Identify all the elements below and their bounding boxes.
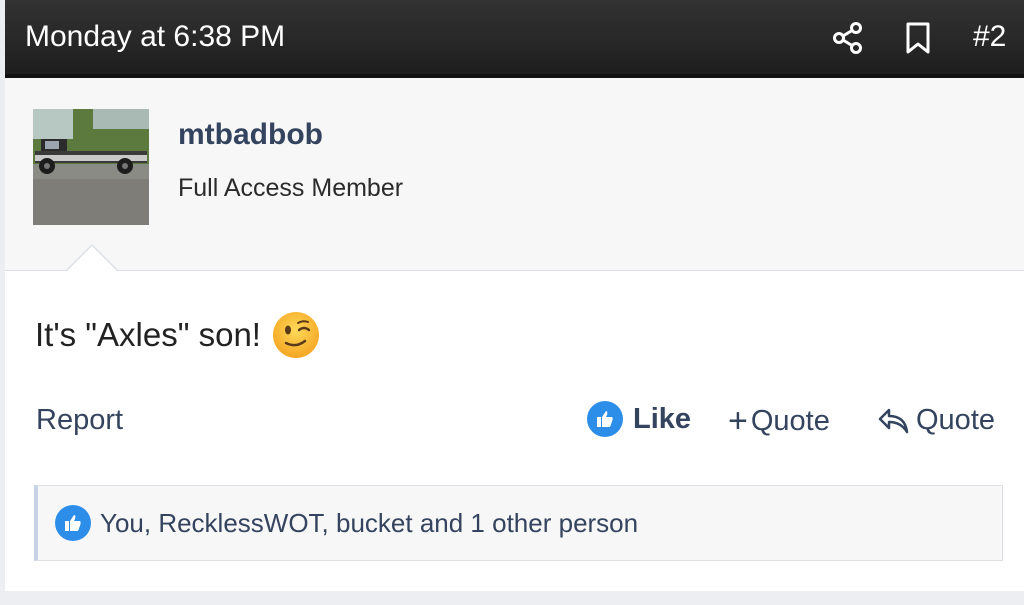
post-number-link[interactable]: #2 — [973, 20, 1006, 54]
post-header: Monday at 6:38 PM #2 — [5, 0, 1024, 78]
thumbs-up-icon — [587, 401, 623, 437]
reply-quote-button[interactable]: Quote — [877, 404, 995, 437]
thumbs-up-icon — [55, 505, 91, 541]
post-message: It's "Axles" son! — [35, 310, 321, 360]
reply-quote-label: Quote — [916, 404, 995, 436]
post-card: mtbadbob Full Access Member It's "Axles"… — [5, 78, 1024, 591]
post-timestamp[interactable]: Monday at 6:38 PM — [25, 20, 285, 54]
share-icon[interactable] — [828, 18, 868, 58]
report-link[interactable]: Report — [36, 404, 123, 437]
reactions-bar[interactable]: You, RecklessWOT, bucket and 1 other per… — [34, 485, 1003, 561]
multi-quote-label: Quote — [750, 404, 830, 437]
message-text: It's "Axles" son! — [35, 316, 261, 353]
reply-icon — [878, 408, 909, 433]
user-info-bar: mtbadbob Full Access Member — [5, 78, 1024, 272]
avatar[interactable] — [33, 109, 149, 225]
post-actions: Report Like + Quote Quote — [5, 398, 1024, 448]
user-title: Full Access Member — [178, 174, 404, 202]
username-link[interactable]: mtbadbob — [178, 118, 323, 152]
bookmark-icon[interactable] — [898, 18, 938, 58]
reactions-list[interactable]: You, RecklessWOT, bucket and 1 other per… — [100, 508, 638, 539]
multi-quote-button[interactable]: + Quote — [728, 404, 830, 438]
like-label: Like — [633, 402, 692, 435]
like-button[interactable]: Like — [587, 401, 691, 437]
winking-face-emoji — [272, 312, 319, 358]
plus-icon: + — [728, 402, 748, 440]
